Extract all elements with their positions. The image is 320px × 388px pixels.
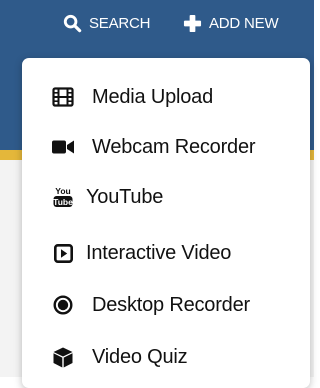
film-icon (52, 86, 74, 108)
cube-icon (52, 346, 74, 368)
add-new-button[interactable]: ADD NEW (182, 10, 279, 36)
search-icon (62, 13, 82, 33)
add-new-label: ADD NEW (209, 14, 279, 32)
add-new-dropdown-menu: Media Upload Webcam Recorder You Tube Yo… (22, 58, 310, 388)
play-square-icon (52, 242, 74, 264)
menu-item-label: Interactive Video (86, 241, 232, 264)
menu-item-webcam-recorder[interactable]: Webcam Recorder (22, 121, 310, 173)
search-label: SEARCH (89, 14, 151, 32)
svg-text:You: You (55, 186, 70, 196)
menu-item-media-upload[interactable]: Media Upload (22, 71, 310, 123)
svg-text:Tube: Tube (53, 197, 73, 207)
record-circle-icon (52, 294, 74, 316)
youtube-icon: You Tube (52, 186, 74, 208)
menu-item-interactive-video[interactable]: Interactive Video (22, 227, 310, 279)
video-camera-icon (52, 136, 74, 158)
plus-icon (182, 13, 202, 33)
menu-item-video-quiz[interactable]: Video Quiz (22, 331, 310, 383)
menu-item-label: Desktop Recorder (92, 293, 250, 316)
search-button[interactable]: SEARCH (62, 10, 151, 36)
menu-item-desktop-recorder[interactable]: Desktop Recorder (22, 279, 310, 331)
menu-item-youtube[interactable]: You Tube YouTube (22, 171, 310, 223)
menu-item-label: Webcam Recorder (92, 135, 256, 158)
menu-item-label: Video Quiz (92, 345, 188, 368)
menu-item-label: Media Upload (92, 85, 214, 108)
menu-item-label: YouTube (86, 185, 164, 208)
